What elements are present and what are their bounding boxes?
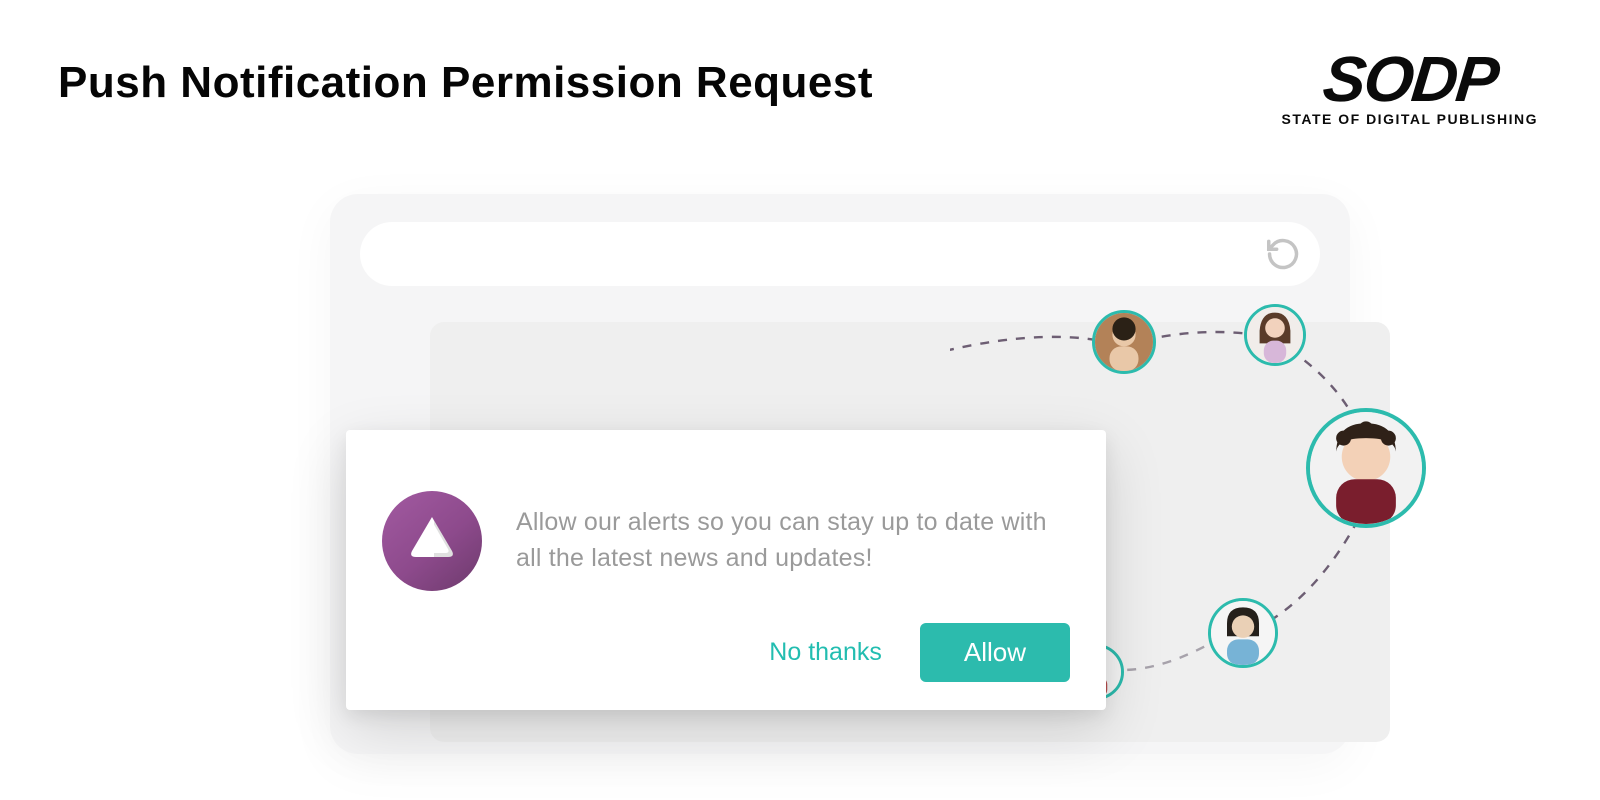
decline-button[interactable]: No thanks: [765, 628, 886, 677]
permission-popup: Allow our alerts so you can stay up to d…: [346, 430, 1106, 710]
permission-message: Allow our alerts so you can stay up to d…: [516, 505, 1070, 576]
brand-logo: SODP STATE OF DIGITAL PUBLISHING: [1282, 54, 1538, 127]
page-title: Push Notification Permission Request: [58, 58, 873, 108]
allow-button[interactable]: Allow: [920, 623, 1070, 682]
app-icon: [382, 491, 482, 591]
refresh-icon[interactable]: [1264, 235, 1302, 273]
brand-name: SODP: [1279, 54, 1541, 105]
address-bar: [360, 222, 1320, 286]
